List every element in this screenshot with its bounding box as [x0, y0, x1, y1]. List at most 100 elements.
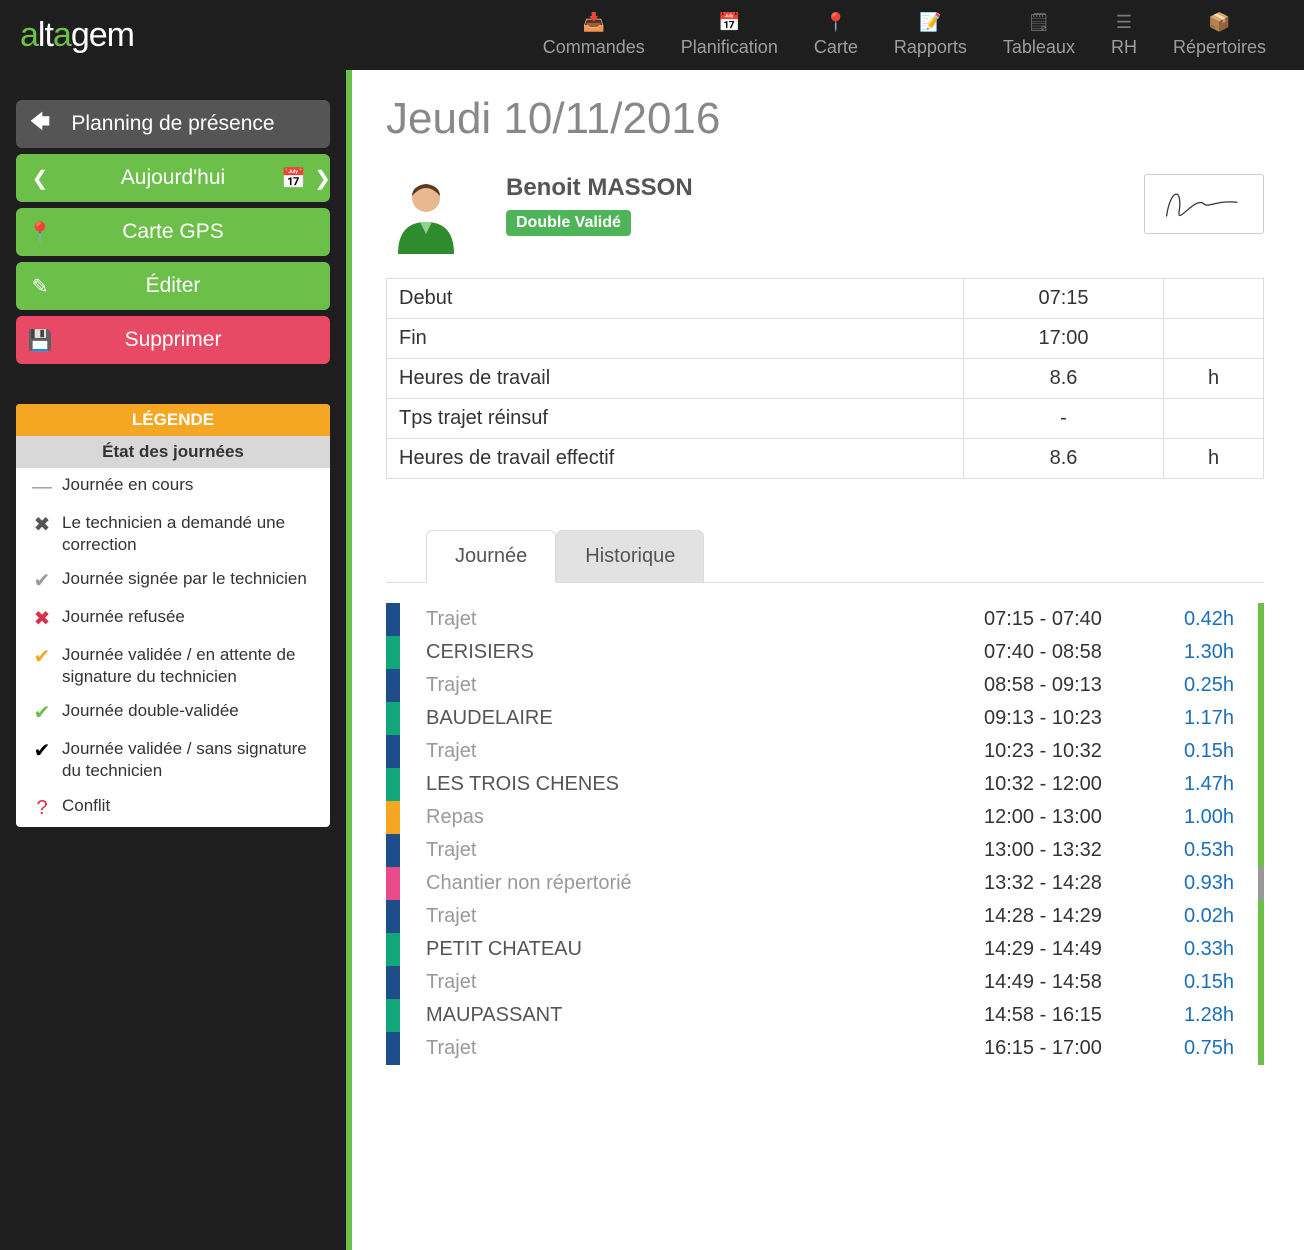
nav-icon: 🗒 [1003, 12, 1075, 33]
nav-commandes[interactable]: 📥Commandes [525, 4, 663, 66]
nav-label: Tableaux [1003, 37, 1075, 57]
legend-icon: — [22, 474, 62, 500]
activity-color-swatch [386, 834, 400, 867]
legend-row: ✔Journée double-validée [16, 694, 330, 732]
tab-journee[interactable]: Journée [426, 530, 556, 583]
tab-historique[interactable]: Historique [556, 530, 704, 583]
summary-value: - [964, 399, 1164, 439]
summary-unit: h [1164, 359, 1264, 399]
activity-label: MAUPASSANT [426, 1004, 984, 1027]
legend-icon: ? [22, 795, 62, 821]
activity-color-swatch [386, 966, 400, 999]
day-row[interactable]: Trajet10:23 - 10:320.15h [386, 735, 1264, 768]
activity-color-swatch [386, 702, 400, 735]
supprimer-button[interactable]: 💾 Supprimer [16, 316, 330, 364]
summary-unit [1164, 399, 1264, 439]
activity-label: Repas [426, 806, 984, 829]
nav-tableaux[interactable]: 🗒 Tableaux [985, 4, 1093, 66]
duration: 1.47h [1174, 773, 1264, 796]
today-button[interactable]: ❮ Aujourd'hui 📅 ❯ [16, 154, 330, 202]
next-day-icon[interactable]: ❯ [314, 166, 331, 191]
status-swatch [1258, 603, 1264, 636]
day-row[interactable]: PETIT CHATEAU14:29 - 14:490.33h [386, 933, 1264, 966]
summary-unit: h [1164, 439, 1264, 479]
status-swatch [1258, 999, 1264, 1032]
day-row[interactable]: LES TROIS CHENES10:32 - 12:001.47h [386, 768, 1264, 801]
activity-label: Trajet [426, 1037, 984, 1060]
carte-gps-button[interactable]: 📍 Carte GPS [16, 208, 330, 256]
summary-label: Heures de travail effectif [387, 439, 964, 479]
legend-row: ✖Le technicien a demandé une correction [16, 506, 330, 562]
summary-unit [1164, 319, 1264, 359]
summary-table: Debut07:15Fin17:00Heures de travail8.6hT… [386, 278, 1264, 479]
day-row[interactable]: Trajet08:58 - 09:130.25h [386, 669, 1264, 702]
duration: 1.30h [1174, 641, 1264, 664]
activity-color-swatch [386, 933, 400, 966]
legend-text: Le technicien a demandé une correction [62, 512, 320, 556]
duration: 0.15h [1174, 971, 1264, 994]
back-arrow-icon: 🡄 [16, 107, 64, 141]
calendar-icon[interactable]: 📅 [281, 166, 306, 191]
time-range: 07:15 - 07:40 [984, 608, 1174, 631]
nav-label: RH [1111, 37, 1137, 57]
activity-color-swatch [386, 636, 400, 669]
nav-icon: 📦 [1173, 12, 1266, 33]
day-row[interactable]: BAUDELAIRE09:13 - 10:231.17h [386, 702, 1264, 735]
nav-icon: ☰ [1111, 12, 1137, 33]
duration: 1.28h [1174, 1004, 1264, 1027]
summary-row: Debut07:15 [387, 279, 1264, 319]
nav-répertoires[interactable]: 📦Répertoires [1155, 4, 1284, 66]
nav-rapports[interactable]: 📝 Rapports [876, 4, 985, 66]
summary-unit [1164, 279, 1264, 319]
day-row[interactable]: Repas12:00 - 13:001.00h [386, 801, 1264, 834]
activity-label: PETIT CHATEAU [426, 938, 984, 961]
nav-rh[interactable]: ☰ RH [1093, 4, 1155, 66]
time-range: 14:29 - 14:49 [984, 938, 1174, 961]
planning-presence-button[interactable]: 🡄 Planning de présence [16, 100, 330, 148]
activity-label: LES TROIS CHENES [426, 773, 984, 796]
time-range: 14:58 - 16:15 [984, 1004, 1174, 1027]
legend-text: Journée signée par le technicien [62, 568, 320, 590]
signature-box [1144, 174, 1264, 234]
legend-row: ?Conflit [16, 789, 330, 827]
status-swatch [1258, 735, 1264, 768]
nav-carte[interactable]: 📍Carte [796, 4, 876, 66]
day-row[interactable]: Trajet14:28 - 14:290.02h [386, 900, 1264, 933]
day-row[interactable]: Trajet14:49 - 14:580.15h [386, 966, 1264, 999]
status-swatch [1258, 966, 1264, 999]
day-row[interactable]: MAUPASSANT14:58 - 16:151.28h [386, 999, 1264, 1032]
summary-value: 17:00 [964, 319, 1164, 359]
editer-button[interactable]: ✎ Éditer [16, 262, 330, 310]
save-icon: 💾 [16, 328, 64, 353]
day-row[interactable]: Trajet13:00 - 13:320.53h [386, 834, 1264, 867]
duration: 0.75h [1174, 1037, 1264, 1060]
activity-label: BAUDELAIRE [426, 707, 984, 730]
supprimer-label: Supprimer [64, 328, 282, 352]
avatar [386, 174, 466, 254]
prev-day-icon[interactable]: ❮ [16, 166, 64, 191]
summary-value: 8.6 [964, 439, 1164, 479]
legend-subtitle: État des journées [16, 436, 330, 468]
time-range: 07:40 - 08:58 [984, 641, 1174, 664]
day-row[interactable]: Trajet16:15 - 17:000.75h [386, 1032, 1264, 1065]
activity-label: CERISIERS [426, 641, 984, 664]
day-row[interactable]: Trajet07:15 - 07:400.42h [386, 603, 1264, 636]
legend-text: Journée en cours [62, 474, 320, 496]
day-row[interactable]: CERISIERS07:40 - 08:581.30h [386, 636, 1264, 669]
summary-value: 07:15 [964, 279, 1164, 319]
legend-icon: ✔ [22, 700, 62, 726]
activity-color-swatch [386, 603, 400, 636]
activity-label: Trajet [426, 971, 984, 994]
nav-label: Rapports [894, 37, 967, 57]
duration: 0.02h [1174, 905, 1264, 928]
nav-icon: 📍 [814, 12, 858, 33]
nav-planification[interactable]: 📅Planification [663, 4, 796, 66]
nav-label: Commandes [543, 37, 645, 57]
edit-icon: ✎ [16, 274, 64, 299]
legend-row: ✔Journée validée / sans signature du tec… [16, 732, 330, 788]
nav-icon: 📝 [894, 12, 967, 33]
status-swatch [1258, 834, 1264, 867]
day-row[interactable]: Chantier non répertorié13:32 - 14:280.93… [386, 867, 1264, 900]
summary-row: Fin17:00 [387, 319, 1264, 359]
pin-icon: 📍 [16, 220, 64, 245]
